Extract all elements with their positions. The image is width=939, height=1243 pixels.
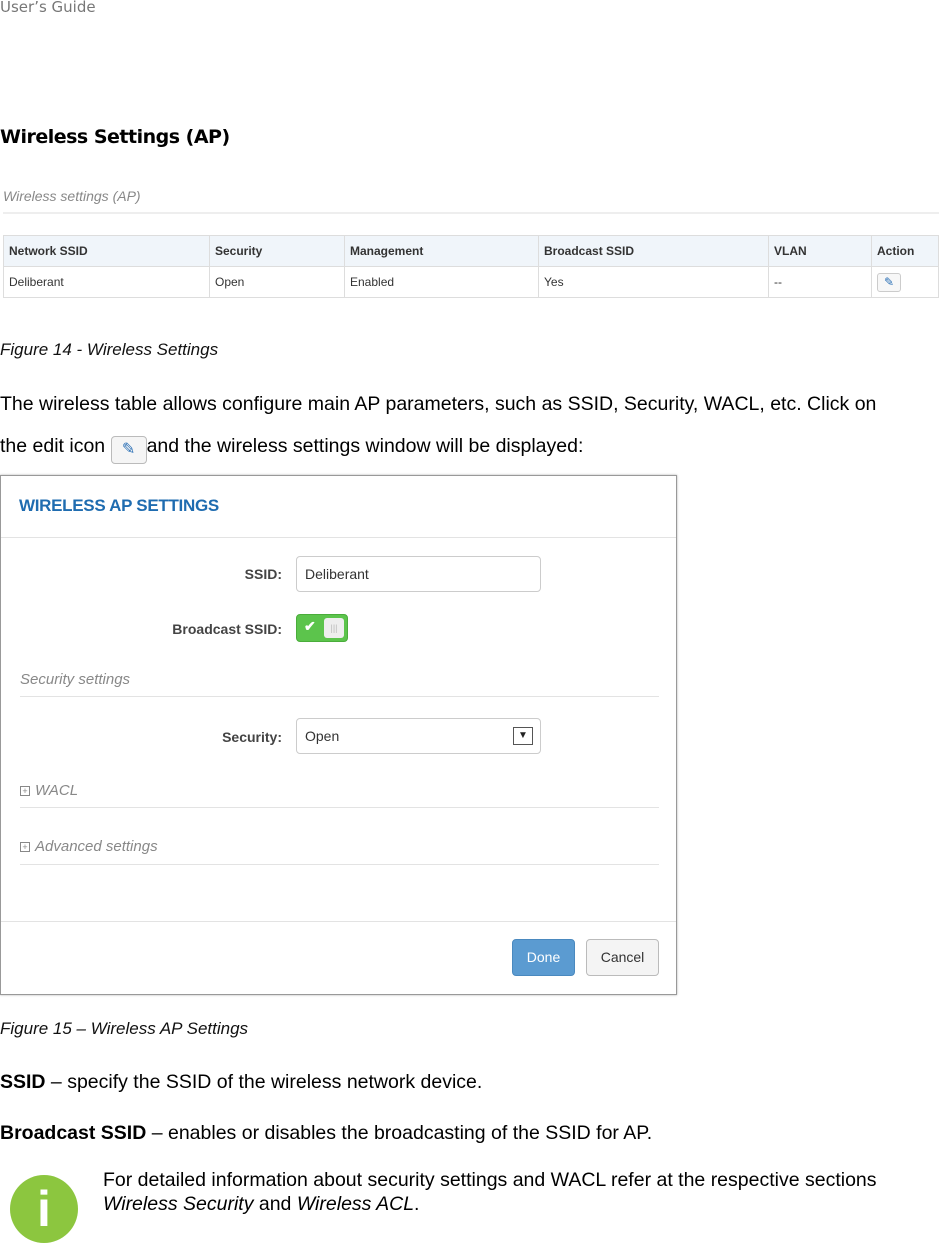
cell-broadcast: Yes: [538, 266, 769, 298]
figure-caption: Figure 14 - Wireless Settings: [0, 340, 219, 359]
wireless-table: Network SSID Security Management Broadca…: [3, 235, 939, 298]
text: Wireless ACL: [296, 1193, 415, 1215]
divider: [1, 537, 676, 538]
table-section-title: Wireless settings (AP): [3, 188, 141, 204]
text: – specify the SSID of the wireless netwo…: [45, 1071, 483, 1093]
col-vlan: VLAN: [768, 235, 872, 267]
text: and: [253, 1193, 297, 1215]
table-header: Network SSID Security Management Broadca…: [3, 235, 939, 267]
col-broadcast: Broadcast SSID: [538, 235, 769, 267]
col-security: Security: [209, 235, 345, 267]
text: .: [414, 1193, 420, 1215]
wacl-label: WACL: [35, 782, 79, 799]
pencil-icon: ✎: [883, 274, 895, 289]
ssid-label: SSID:: [244, 566, 282, 582]
cell-management: Enabled: [344, 266, 539, 298]
cell-security: Open: [209, 266, 345, 298]
expand-icon: +: [20, 786, 30, 796]
text: and the wireless settings window will be…: [146, 435, 584, 457]
toggle-knob: |||: [324, 618, 344, 638]
check-icon: ✔: [304, 618, 316, 634]
divider: [1, 921, 676, 922]
expand-icon: +: [20, 842, 30, 852]
chevron-down-icon: ▼: [513, 727, 533, 745]
ssid-input[interactable]: Deliberant: [296, 556, 541, 592]
broadcast-ssid-toggle[interactable]: ✔ |||: [296, 614, 348, 642]
col-action: Action: [871, 235, 939, 267]
advanced-settings-expander[interactable]: + Advanced settings: [20, 838, 158, 855]
divider: [20, 864, 659, 865]
security-label: Security:: [222, 729, 282, 745]
advanced-label: Advanced settings: [35, 838, 158, 855]
pencil-icon: ✎: [110, 436, 147, 464]
table-row: Deliberant Open Enabled Yes -- ✎: [3, 266, 939, 298]
definition: SSID – specify the SSID of the wireless …: [0, 1061, 482, 1103]
term: SSID: [0, 1071, 46, 1093]
info-note: For detailed information about security …: [103, 1168, 877, 1216]
text: For detailed information about security …: [103, 1169, 877, 1191]
paragraph: The wireless table allows configure main…: [0, 383, 876, 467]
cell-vlan: --: [768, 266, 872, 298]
col-management: Management: [344, 235, 539, 267]
text: the edit icon: [0, 435, 111, 457]
paragraph-line: The wireless table allows configure main…: [0, 393, 877, 415]
edit-button[interactable]: ✎: [877, 272, 901, 292]
col-network-ssid: Network SSID: [3, 235, 210, 267]
section-heading: Wireless Settings (AP): [0, 126, 230, 148]
divider: [20, 807, 659, 808]
done-button[interactable]: Done: [512, 939, 575, 976]
divider: [20, 696, 659, 697]
security-select[interactable]: Open ▼: [296, 718, 541, 754]
security-value: Open: [305, 728, 340, 744]
security-settings-title: Security settings: [20, 671, 131, 688]
wacl-expander[interactable]: + WACL: [20, 782, 78, 799]
figure-caption: Figure 15 – Wireless AP Settings: [0, 1019, 249, 1038]
definition: Broadcast SSID – enables or disables the…: [0, 1112, 652, 1154]
dialog-title: WIRELESS AP SETTINGS: [19, 496, 219, 515]
text: – enables or disables the broadcasting o…: [146, 1122, 653, 1144]
broadcast-ssid-label: Broadcast SSID:: [172, 621, 282, 637]
term: Broadcast SSID: [0, 1122, 147, 1144]
divider: [3, 212, 939, 214]
cancel-button[interactable]: Cancel: [586, 939, 659, 976]
paragraph-line: the edit icon ✎ and the wireless settings…: [0, 425, 876, 467]
info-icon: i: [10, 1175, 78, 1243]
text: Wireless Security: [103, 1193, 254, 1215]
wireless-ap-settings-dialog: WIRELESS AP SETTINGS SSID: Deliberant Br…: [0, 475, 677, 995]
running-header: User’s Guide: [0, 0, 96, 16]
cell-ssid: Deliberant: [3, 266, 210, 298]
